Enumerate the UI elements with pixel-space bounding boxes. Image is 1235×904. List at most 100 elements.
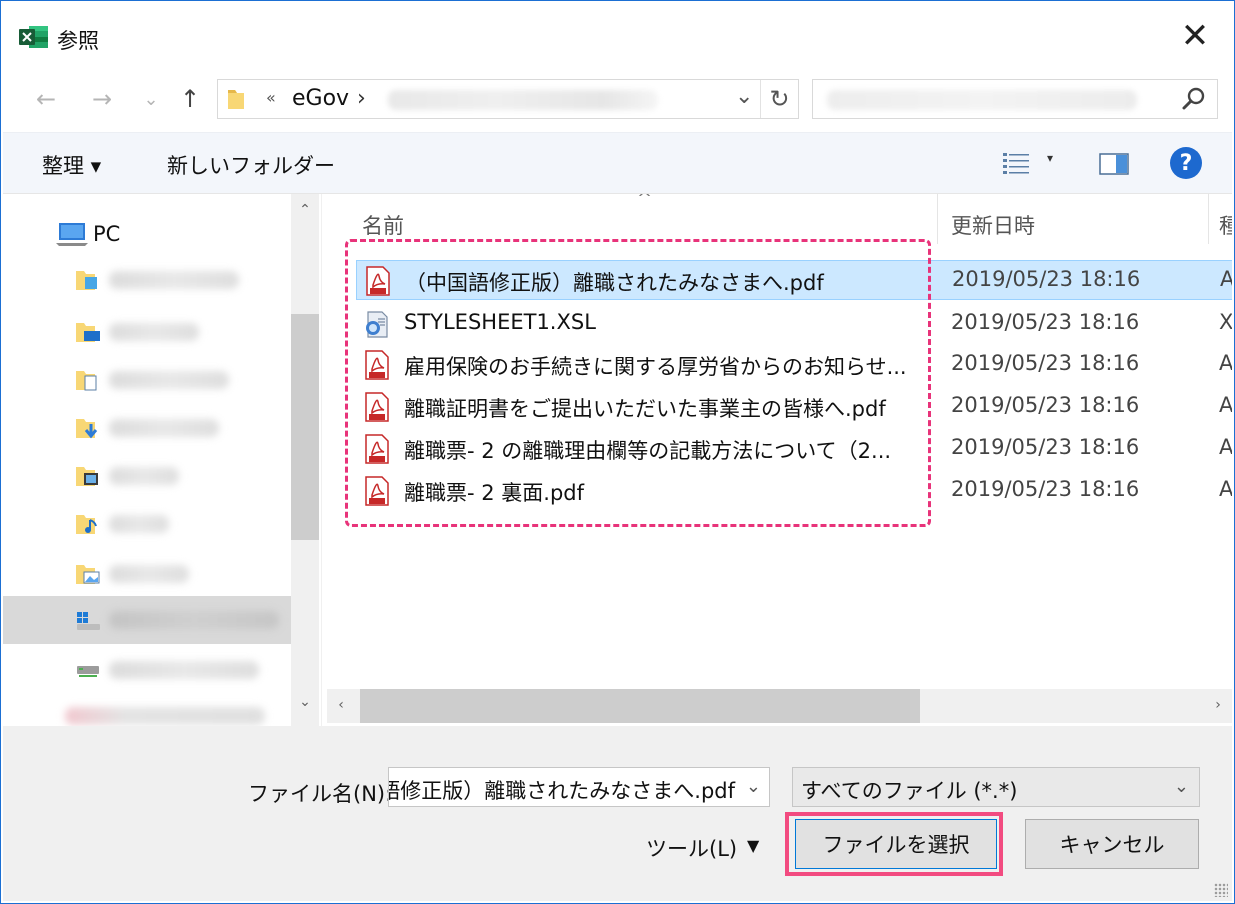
file-name: STYLESHEET1.XSL [404, 310, 596, 334]
chevron-down-icon[interactable]: ⌄ [746, 776, 761, 797]
command-toolbar: 整理 ▾ 新しいフォルダー ▾ ? [3, 132, 1232, 194]
window-title: 参照 [57, 29, 99, 53]
tree-item-pc[interactable]: PC [93, 222, 120, 246]
scroll-left-icon[interactable]: ‹ [327, 697, 355, 713]
file-type: A [1220, 267, 1232, 291]
tree-item[interactable] [3, 692, 291, 726]
column-header-type[interactable]: 種 [1219, 210, 1232, 240]
refresh-button[interactable]: ↻ [760, 80, 798, 118]
tree-label-redacted [109, 565, 189, 583]
file-name: 離職票- 2 の離職理由欄等の記載方法について（2... [404, 439, 892, 463]
sort-indicator-icon: ^ [637, 194, 653, 209]
xsl-icon [366, 311, 388, 338]
filename-label: ファイル名(N): [248, 782, 393, 806]
pdf-icon [365, 434, 389, 464]
file-name: 雇用保険のお手続きに関する厚労省からのお知らせ... [404, 355, 907, 379]
tree-item[interactable] [3, 646, 291, 694]
search-icon[interactable] [1181, 86, 1207, 112]
address-dropdown-icon[interactable]: ⌄ [735, 84, 753, 109]
tree-item[interactable] [3, 356, 291, 404]
search-input[interactable] [812, 79, 1218, 119]
file-list-pane: ^ 名前 更新日時 種 （中国語修正版）離職されたみなさまへ.pdf 2019/0… [321, 194, 1232, 726]
column-divider[interactable] [937, 194, 938, 244]
breadcrumb-redacted [388, 90, 658, 110]
tree-label-redacted [109, 515, 169, 533]
scroll-up-icon[interactable]: ⌃ [291, 202, 319, 218]
preview-pane-icon[interactable] [1099, 153, 1129, 175]
open-file-button[interactable]: ファイルを選択 [795, 819, 997, 869]
arrow-up-icon: ↑ [179, 85, 201, 113]
tree-item[interactable] [3, 500, 291, 548]
overflow-chevron-icon[interactable]: « [266, 88, 276, 107]
folder-desktop-icon [76, 323, 100, 342]
help-button[interactable]: ? [1170, 147, 1202, 179]
tree-item[interactable] [3, 308, 291, 356]
file-type: A [1219, 435, 1232, 459]
tree-label-redacted [109, 467, 179, 485]
file-type: A [1219, 477, 1232, 501]
resize-grip[interactable] [1214, 883, 1228, 897]
file-row[interactable]: 雇用保険のお手続きに関する厚労省からのお知らせ... 2019/05/23 18:… [356, 345, 1232, 385]
arrow-left-icon: ← [35, 85, 57, 113]
close-icon: ✕ [1180, 16, 1210, 56]
folder-music-icon [76, 515, 97, 534]
column-header-name[interactable]: 名前 [362, 210, 404, 240]
back-button[interactable]: ← [31, 83, 61, 115]
pc-icon [56, 223, 88, 246]
file-modified-date: 2019/05/23 18:16 [951, 351, 1140, 375]
breadcrumb-egov[interactable]: eGov [292, 86, 349, 111]
tree-item-selected[interactable] [3, 596, 291, 644]
network-drive-icon [77, 666, 99, 677]
file-row[interactable]: 離職票- 2 の離職理由欄等の記載方法について（2... 2019/05/23 1… [356, 429, 1232, 469]
address-bar[interactable]: « eGov › ⌄ ↻ [217, 79, 799, 119]
scroll-right-icon[interactable]: › [1204, 697, 1232, 713]
file-modified-date: 2019/05/23 18:16 [951, 477, 1140, 501]
tree-label-redacted [109, 661, 259, 679]
file-name: 離職証明書をご提出いただいた事業主の皆様へ.pdf [404, 397, 886, 421]
file-row[interactable]: （中国語修正版）離職されたみなさまへ.pdf 2019/05/23 18:16 A [356, 260, 1232, 300]
recent-locations-button[interactable]: ⌄ [141, 83, 161, 115]
filename-value: (中国語修正版）離職されたみなさまへ.pdf [389, 779, 735, 803]
tools-menu-button[interactable]: ツール(L) [646, 833, 737, 863]
breadcrumb-separator-icon[interactable]: › [357, 86, 366, 111]
tree-label-redacted [109, 271, 239, 289]
organize-button[interactable]: 整理 ▾ [42, 150, 101, 180]
view-dropdown-icon[interactable]: ▾ [1047, 151, 1053, 165]
cancel-button[interactable]: キャンセル [1025, 819, 1199, 869]
folder-3d-objects-icon [76, 271, 97, 290]
filename-input[interactable]: (中国語修正版）離職されたみなさまへ.pdf ⌄ [388, 767, 770, 807]
tools-dropdown-icon[interactable]: ▼ [747, 836, 759, 855]
file-name: 離職票- 2 裏面.pdf [404, 481, 585, 505]
file-modified-date: 2019/05/23 18:16 [952, 267, 1141, 291]
chevron-down-icon: ⌄ [1173, 776, 1189, 797]
file-list-horizontal-scrollbar[interactable]: ‹ › [327, 689, 1232, 723]
file-open-dialog: 参照 ✕ ← → ⌄ ↑ « eGov › ⌄ ↻ 整理 ▾ 新しいフォルダー … [0, 0, 1235, 904]
file-row[interactable]: 離職証明書をご提出いただいた事業主の皆様へ.pdf 2019/05/23 18:1… [356, 387, 1232, 427]
file-row[interactable]: STYLESHEET1.XSL 2019/05/23 18:16 X [356, 304, 1232, 344]
tree-item[interactable] [3, 404, 291, 452]
horizontal-scroll-thumb[interactable] [360, 689, 920, 723]
file-modified-date: 2019/05/23 18:16 [951, 310, 1140, 334]
forward-button[interactable]: → [87, 83, 117, 115]
column-divider[interactable] [1208, 194, 1209, 244]
column-header-date[interactable]: 更新日時 [951, 210, 1035, 240]
tree-item[interactable] [3, 452, 291, 500]
folder-icon [228, 90, 244, 109]
up-button[interactable]: ↑ [175, 83, 205, 115]
file-row[interactable]: 離職票- 2 裏面.pdf 2019/05/23 18:16 A [356, 471, 1232, 511]
close-button[interactable]: ✕ [1178, 16, 1212, 56]
new-folder-button[interactable]: 新しいフォルダー [167, 150, 335, 180]
pdf-icon [365, 392, 389, 422]
excel-icon [19, 26, 48, 48]
folder-pictures-icon [76, 565, 100, 584]
tree-item[interactable] [3, 550, 291, 598]
filetype-select[interactable]: すべてのファイル (*.*) ⌄ [792, 767, 1200, 807]
tree-vertical-scrollbar[interactable]: ⌃ ⌄ [291, 194, 319, 726]
view-options-icon[interactable] [1001, 151, 1031, 175]
tree-item[interactable] [3, 256, 291, 304]
tree-scroll-thumb[interactable] [291, 314, 319, 540]
navigation-pane: PC ⌃ ⌄ [3, 194, 319, 726]
file-modified-date: 2019/05/23 18:16 [951, 435, 1140, 459]
scroll-down-icon[interactable]: ⌄ [291, 694, 319, 710]
filetype-value: すべてのファイル (*.*) [801, 779, 1018, 803]
